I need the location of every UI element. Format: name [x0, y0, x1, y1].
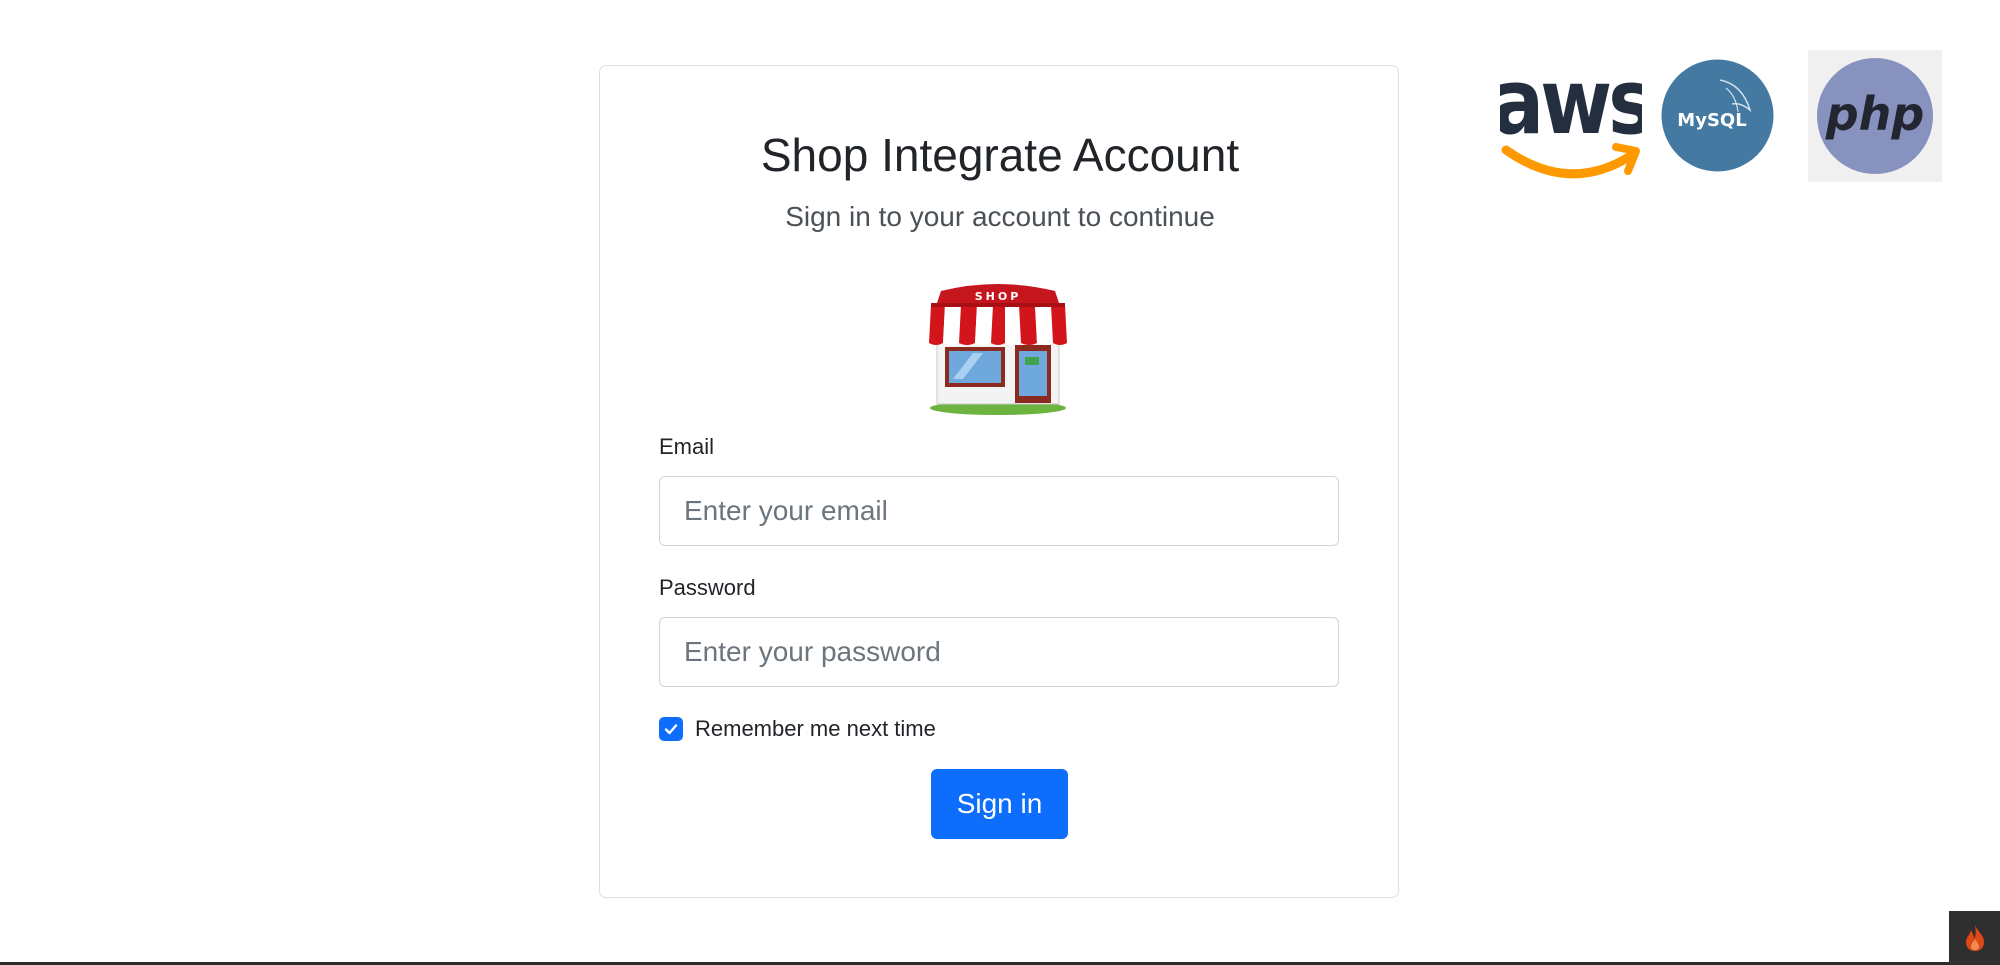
page-subtitle: Sign in to your account to continue [785, 201, 1215, 232]
mysql-logo-icon: MySQL [1661, 59, 1774, 172]
checkmark-icon [664, 724, 678, 735]
remember-me-label[interactable]: Remember me next time [695, 716, 936, 742]
mysql-logo-text: MySQL [1677, 110, 1746, 131]
shop-storefront-icon: SHOP [929, 284, 1067, 415]
aws-logo-icon: aws [1500, 55, 1642, 179]
password-field[interactable] [659, 617, 1339, 687]
php-logo-icon: php [1808, 50, 1942, 182]
password-label: Password [659, 575, 756, 600]
flame-icon [1965, 925, 1984, 951]
aws-logo-text: aws [1500, 55, 1642, 155]
login-page: Shop Integrate Account Sign in to your a… [0, 0, 2000, 965]
shop-sign-text: SHOP [975, 290, 1022, 303]
email-field[interactable] [659, 476, 1339, 546]
debug-toolbar-badge[interactable] [1949, 911, 2000, 965]
sign-in-button[interactable]: Sign in [931, 769, 1068, 839]
email-label: Email [659, 434, 715, 459]
php-logo-text: php [1825, 87, 1925, 141]
remember-me-row[interactable]: Remember me next time [659, 716, 936, 742]
remember-me-checkbox[interactable] [659, 717, 683, 741]
